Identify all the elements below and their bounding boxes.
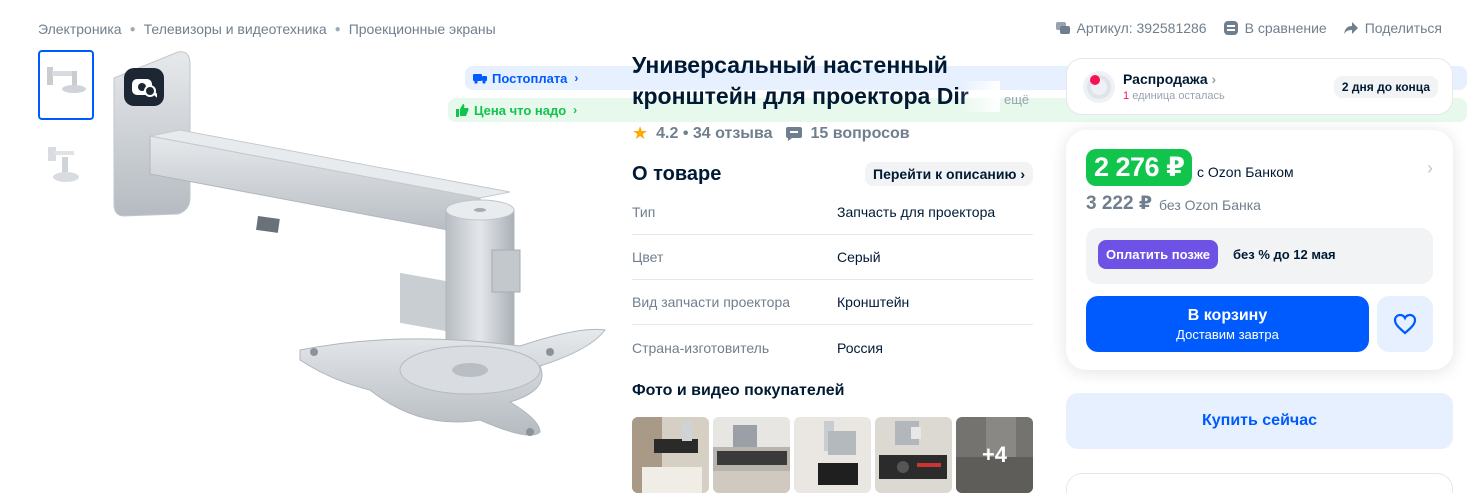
price-card: 2 276 ₽ с Ozon Банком › 3 222 ₽ без Ozon… — [1066, 130, 1453, 370]
questions-count[interactable]: 15 вопросов — [810, 125, 909, 143]
question-bubble-icon — [786, 127, 803, 141]
breadcrumb-separator: ● — [129, 23, 136, 35]
ozon-bank-price-label: с Ozon Банком — [1197, 164, 1294, 180]
spec-row: Тип Запчасть для проектора — [632, 190, 1033, 235]
spec-value: Серый — [837, 249, 881, 265]
heart-icon — [1393, 313, 1417, 335]
compare-icon — [1223, 21, 1238, 35]
about-section-header: О товаре Перейти к описанию › — [632, 162, 1033, 186]
customer-photo[interactable] — [875, 417, 952, 493]
thumbs-up-icon — [456, 103, 469, 117]
customer-photo-image — [875, 417, 952, 493]
good-price-label: Цена что надо — [474, 102, 567, 118]
chevron-right-icon: › — [1020, 166, 1025, 182]
rating-value: 4.2 — [656, 124, 679, 142]
customer-photo-image — [794, 417, 871, 493]
product-title-line2: кронштейн для проектора Dir — [632, 83, 969, 109]
chevron-right-icon: › — [574, 71, 579, 85]
regular-price-label: без Ozon Банка — [1159, 197, 1261, 213]
photo-search-icon — [132, 79, 157, 98]
breadcrumb-separator: ● — [334, 23, 341, 35]
add-to-cart-button[interactable]: В корзину Доставим завтра — [1086, 296, 1369, 352]
rating-separator: • — [678, 124, 693, 142]
customer-photo[interactable] — [632, 417, 709, 493]
delivery-label: Доставим завтра — [1176, 326, 1279, 342]
spec-value: Запчасть для проектора — [837, 204, 996, 220]
pay-later-button[interactable]: Оплатить позже — [1098, 240, 1218, 269]
gallery-thumbnail[interactable] — [38, 50, 94, 120]
add-to-cart-label: В корзину — [1187, 306, 1268, 324]
specs-table: Тип Запчасть для проектора Цвет Серый Ви… — [632, 190, 1033, 370]
bottom-card — [1066, 473, 1453, 493]
chat-icon — [1055, 22, 1070, 34]
search-photo-button[interactable] — [124, 68, 164, 106]
breadcrumb: Электроника ● Телевизоры и видеотехника … — [38, 21, 496, 37]
top-actions: Артикул: 392581286 В сравнение Поделитьс… — [1055, 20, 1442, 36]
customer-photo-more[interactable]: +4 — [956, 417, 1033, 493]
breadcrumb-item-electronics[interactable]: Электроника — [38, 21, 122, 37]
product-title: Универсальный настенный кронштейн для пр… — [632, 50, 992, 112]
about-heading: О товаре — [632, 162, 722, 185]
sale-units-left: 1 единица осталась — [1123, 90, 1225, 102]
goto-description-label: Перейти к описанию — [873, 166, 1017, 182]
customer-photo-image — [713, 417, 790, 493]
truck-icon — [473, 74, 487, 84]
customer-photo[interactable] — [794, 417, 871, 493]
share-icon — [1343, 22, 1358, 34]
chevron-right-icon[interactable]: › — [1427, 158, 1433, 179]
chevron-right-icon: › — [573, 103, 578, 117]
sale-title-label: Распродажа — [1123, 71, 1208, 87]
sale-card[interactable]: Распродажа › 1 единица осталась 2 дня до… — [1066, 58, 1453, 115]
customer-photo-image — [632, 417, 709, 493]
reviews-count[interactable]: 34 отзыва — [693, 125, 773, 143]
bracket-thumbnail-image — [48, 147, 79, 182]
spec-row: Цвет Серый — [632, 235, 1033, 280]
customer-photo[interactable] — [713, 417, 790, 493]
regular-price: 3 222 ₽ — [1086, 193, 1153, 214]
favorite-button[interactable] — [1377, 296, 1433, 352]
article-number[interactable]: Артикул: 392581286 — [1055, 20, 1207, 36]
spec-value: Россия — [837, 339, 883, 356]
product-title-line1: Универсальный настенный — [632, 52, 948, 78]
spec-key: Страна-изготовитель — [632, 339, 770, 356]
share-label: Поделиться — [1364, 20, 1442, 36]
share-button[interactable]: Поделиться — [1343, 20, 1442, 36]
sale-logo — [1083, 71, 1115, 103]
customer-photos: +4 — [632, 417, 1033, 493]
ozon-bank-price[interactable]: 2 276 ₽ — [1086, 149, 1193, 186]
sale-logo-icon — [1087, 75, 1111, 99]
buy-now-button[interactable]: Купить сейчас — [1066, 393, 1453, 449]
star-icon: ★ — [632, 123, 649, 143]
rating-row[interactable]: ★ 4.2 • 34 отзыва 15 вопросов — [632, 123, 910, 144]
spec-row: Вид запчасти проектора Кронштейн — [632, 280, 1033, 325]
more-photos-count: +4 — [956, 417, 1033, 493]
sale-title: Распродажа › — [1123, 71, 1216, 87]
postpay-label: Постоплата — [492, 70, 568, 86]
breadcrumb-item-screens[interactable]: Проекционные экраны — [349, 21, 496, 37]
title-fade — [960, 81, 1000, 112]
customer-photos-heading: Фото и видео покупателей — [632, 382, 845, 399]
sale-units-text: единица осталась — [1132, 90, 1225, 102]
pay-later-box[interactable]: Оплатить позже без % до 12 мая — [1086, 228, 1433, 284]
goto-description-button[interactable]: Перейти к описанию › — [865, 162, 1033, 186]
spec-key: Тип — [632, 204, 656, 220]
article-label: Артикул: 392581286 — [1076, 20, 1207, 36]
sale-units-count: 1 — [1123, 90, 1130, 102]
spec-value: Кронштейн — [837, 294, 910, 310]
pay-later-text: без % до 12 мая — [1233, 247, 1336, 262]
spec-key: Цвет — [632, 249, 664, 265]
breadcrumb-item-tv[interactable]: Телевизоры и видеотехника — [144, 21, 327, 37]
bracket-thumbnail-image — [47, 67, 86, 93]
title-more-link[interactable]: ещё — [1004, 92, 1029, 107]
compare-label: В сравнение — [1244, 20, 1327, 36]
gallery-thumbnail[interactable] — [38, 132, 94, 202]
spec-key: Вид запчасти проектора — [632, 294, 791, 310]
compare-button[interactable]: В сравнение — [1223, 20, 1327, 36]
chevron-right-icon: › — [1207, 71, 1217, 87]
spec-row: Страна-изготовитель Россия — [632, 325, 1033, 370]
sale-days-badge: 2 дня до конца — [1333, 76, 1438, 98]
